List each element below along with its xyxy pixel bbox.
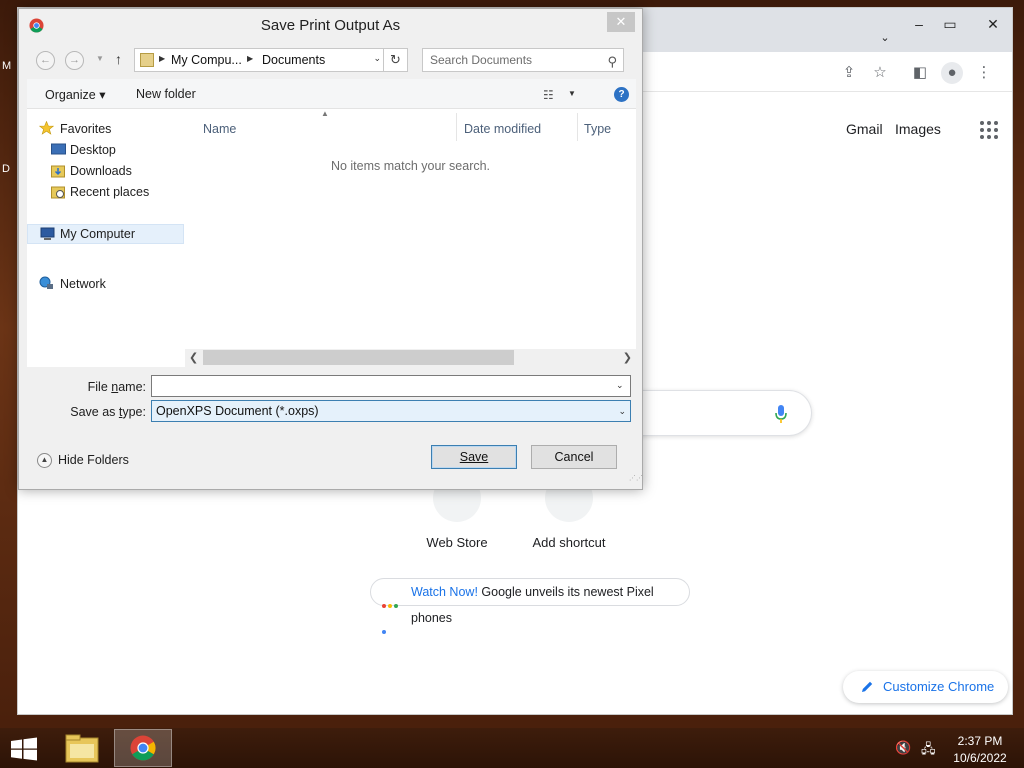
resize-grip-icon[interactable]: ⋰⋰ (629, 475, 643, 486)
breadcrumb-chevron-icon[interactable]: ▶ (159, 54, 165, 63)
share-icon[interactable]: ⇪ (838, 62, 860, 84)
promo-link[interactable]: Watch Now! (411, 585, 478, 599)
dialog-title: Save Print Output As (260, 17, 401, 34)
favorites-star-icon (39, 121, 54, 135)
gmail-link[interactable]: Gmail (846, 121, 883, 137)
save-as-type-label: Save as type: (70, 405, 146, 419)
chrome-icon (130, 735, 156, 761)
navigation-pane: Favorites Desktop Downloads Recent place… (27, 109, 185, 367)
breadcrumb-chevron-icon[interactable]: ▶ (247, 54, 253, 63)
nav-network[interactable]: Network (60, 277, 106, 291)
nav-my-computer: My Computer (60, 227, 136, 241)
speaker-muted-icon[interactable]: 🔇 (895, 740, 911, 756)
nav-recent-places[interactable]: Recent places (70, 185, 149, 199)
computer-icon (40, 227, 55, 240)
downloads-folder-icon (51, 165, 65, 178)
file-name-dropdown-icon[interactable]: ⌄ (616, 380, 624, 391)
desktop-icon-label-fragment: D (2, 163, 10, 175)
file-list-pane: ▲ Name Date modified Type No items match… (185, 109, 636, 349)
folder-icon (140, 53, 154, 67)
command-bar: Organize ▾ New folder ☷ ▼ ? (27, 79, 636, 109)
desktop-icon (51, 143, 66, 155)
search-documents-input[interactable]: Search Documents ⚲ (422, 48, 624, 72)
chrome-maximize-button[interactable]: ▭ (936, 14, 964, 34)
desktop-icon-label-fragment: M (2, 60, 12, 72)
add-shortcut-label: Add shortcut (532, 535, 606, 550)
web-store-label: Web Store (426, 535, 488, 550)
horizontal-scrollbar[interactable]: ❮ ❯ (185, 349, 636, 367)
file-explorer-icon[interactable] (58, 730, 106, 766)
side-panel-icon[interactable]: ◧ (909, 62, 931, 84)
scroll-right-arrow-icon[interactable]: ❯ (623, 351, 632, 364)
tab-search-chevron-icon[interactable]: ⌄ (871, 28, 899, 48)
promo-banner[interactable]: Watch Now! Google unveils its newest Pix… (370, 578, 690, 634)
chrome-minimize-button[interactable]: – (905, 14, 933, 34)
scroll-left-arrow-icon[interactable]: ❮ (189, 351, 198, 364)
save-as-type-value: OpenXPS Document (*.oxps) (156, 404, 319, 418)
dialog-close-button[interactable]: ✕ (607, 12, 635, 32)
save-button-label: Save (459, 450, 489, 464)
back-arrow-icon[interactable]: ← (36, 51, 55, 70)
microphone-icon[interactable] (774, 404, 788, 424)
nav-downloads[interactable]: Downloads (70, 164, 132, 178)
save-as-type-dropdown-icon: ⌄ (618, 406, 626, 416)
new-folder-button[interactable]: New folder (136, 87, 196, 101)
column-header-name[interactable]: Name (203, 122, 236, 136)
save-button[interactable]: Save (431, 445, 517, 469)
view-options-chevron-icon[interactable]: ▼ (568, 89, 576, 98)
network-tray-icon[interactable]: 🖧 (921, 740, 936, 762)
empty-list-message: No items match your search. (330, 159, 491, 173)
promo-dots-icon (382, 591, 404, 634)
clock-time[interactable]: 2:37 PM (950, 734, 1010, 748)
hide-folders-label: Hide Folders (58, 453, 129, 467)
breadcrumb-documents[interactable]: Documents (262, 53, 325, 67)
nav-desktop[interactable]: Desktop (70, 143, 116, 157)
chrome-taskbar-button[interactable] (114, 729, 172, 767)
search-icon: ⚲ (607, 54, 617, 69)
recent-places-icon (51, 186, 65, 199)
column-divider[interactable] (577, 113, 578, 141)
windows-start-icon[interactable] (10, 737, 38, 761)
search-placeholder: Search Documents (430, 53, 533, 67)
forward-arrow-icon[interactable]: → (65, 51, 84, 70)
scrollbar-thumb[interactable] (203, 350, 514, 365)
google-apps-icon[interactable] (980, 121, 998, 139)
network-icon (39, 276, 53, 289)
address-dropdown-icon[interactable]: ⌄ (373, 53, 381, 64)
profile-avatar-icon[interactable]: ● (941, 62, 963, 84)
nav-my-computer-row[interactable]: My Computer (27, 224, 184, 244)
cancel-button[interactable]: Cancel (531, 445, 617, 469)
change-view-icon[interactable]: ☷ (543, 88, 554, 102)
breadcrumb-my-computer[interactable]: My Compu... (171, 53, 242, 67)
organize-menu-button[interactable]: Organize ▾ (45, 87, 105, 102)
collapse-chevron-icon: ▲ (37, 453, 52, 468)
address-bar[interactable]: ▶ My Compu... ▶ Documents ⌄ (134, 48, 384, 72)
up-arrow-icon[interactable]: ↑ (115, 51, 122, 67)
file-name-label: File name: (87, 380, 146, 394)
bookmark-star-icon[interactable]: ☆ (869, 62, 891, 84)
file-name-input[interactable] (151, 375, 631, 397)
column-header-date-modified[interactable]: Date modified (464, 122, 541, 136)
taskbar: 🔇 🖧 2:37 PM 10/6/2022 (0, 728, 1024, 768)
clock-date[interactable]: 10/6/2022 (950, 751, 1010, 765)
recent-locations-chevron-icon[interactable]: ▼ (96, 54, 104, 63)
save-dialog: Save Print Output As ✕ ← → ▼ ↑ ▶ My Comp… (18, 8, 643, 490)
hide-folders-toggle[interactable]: ▲ Hide Folders (37, 452, 137, 470)
help-icon[interactable]: ? (614, 87, 629, 102)
dialog-titlebar[interactable]: Save Print Output As ✕ (19, 9, 642, 41)
nav-favorites[interactable]: Favorites (60, 122, 111, 136)
chrome-close-button[interactable]: ✕ (979, 14, 1007, 34)
column-header-type[interactable]: Type (584, 122, 611, 136)
sort-ascending-icon: ▲ (321, 109, 329, 118)
save-as-type-select[interactable]: OpenXPS Document (*.oxps) ⌄ (151, 400, 631, 422)
chrome-menu-icon[interactable]: ⋮ (973, 62, 995, 84)
column-divider[interactable] (456, 113, 457, 141)
images-link[interactable]: Images (895, 121, 941, 137)
pencil-icon (862, 681, 873, 692)
refresh-icon[interactable]: ↻ (384, 48, 408, 72)
